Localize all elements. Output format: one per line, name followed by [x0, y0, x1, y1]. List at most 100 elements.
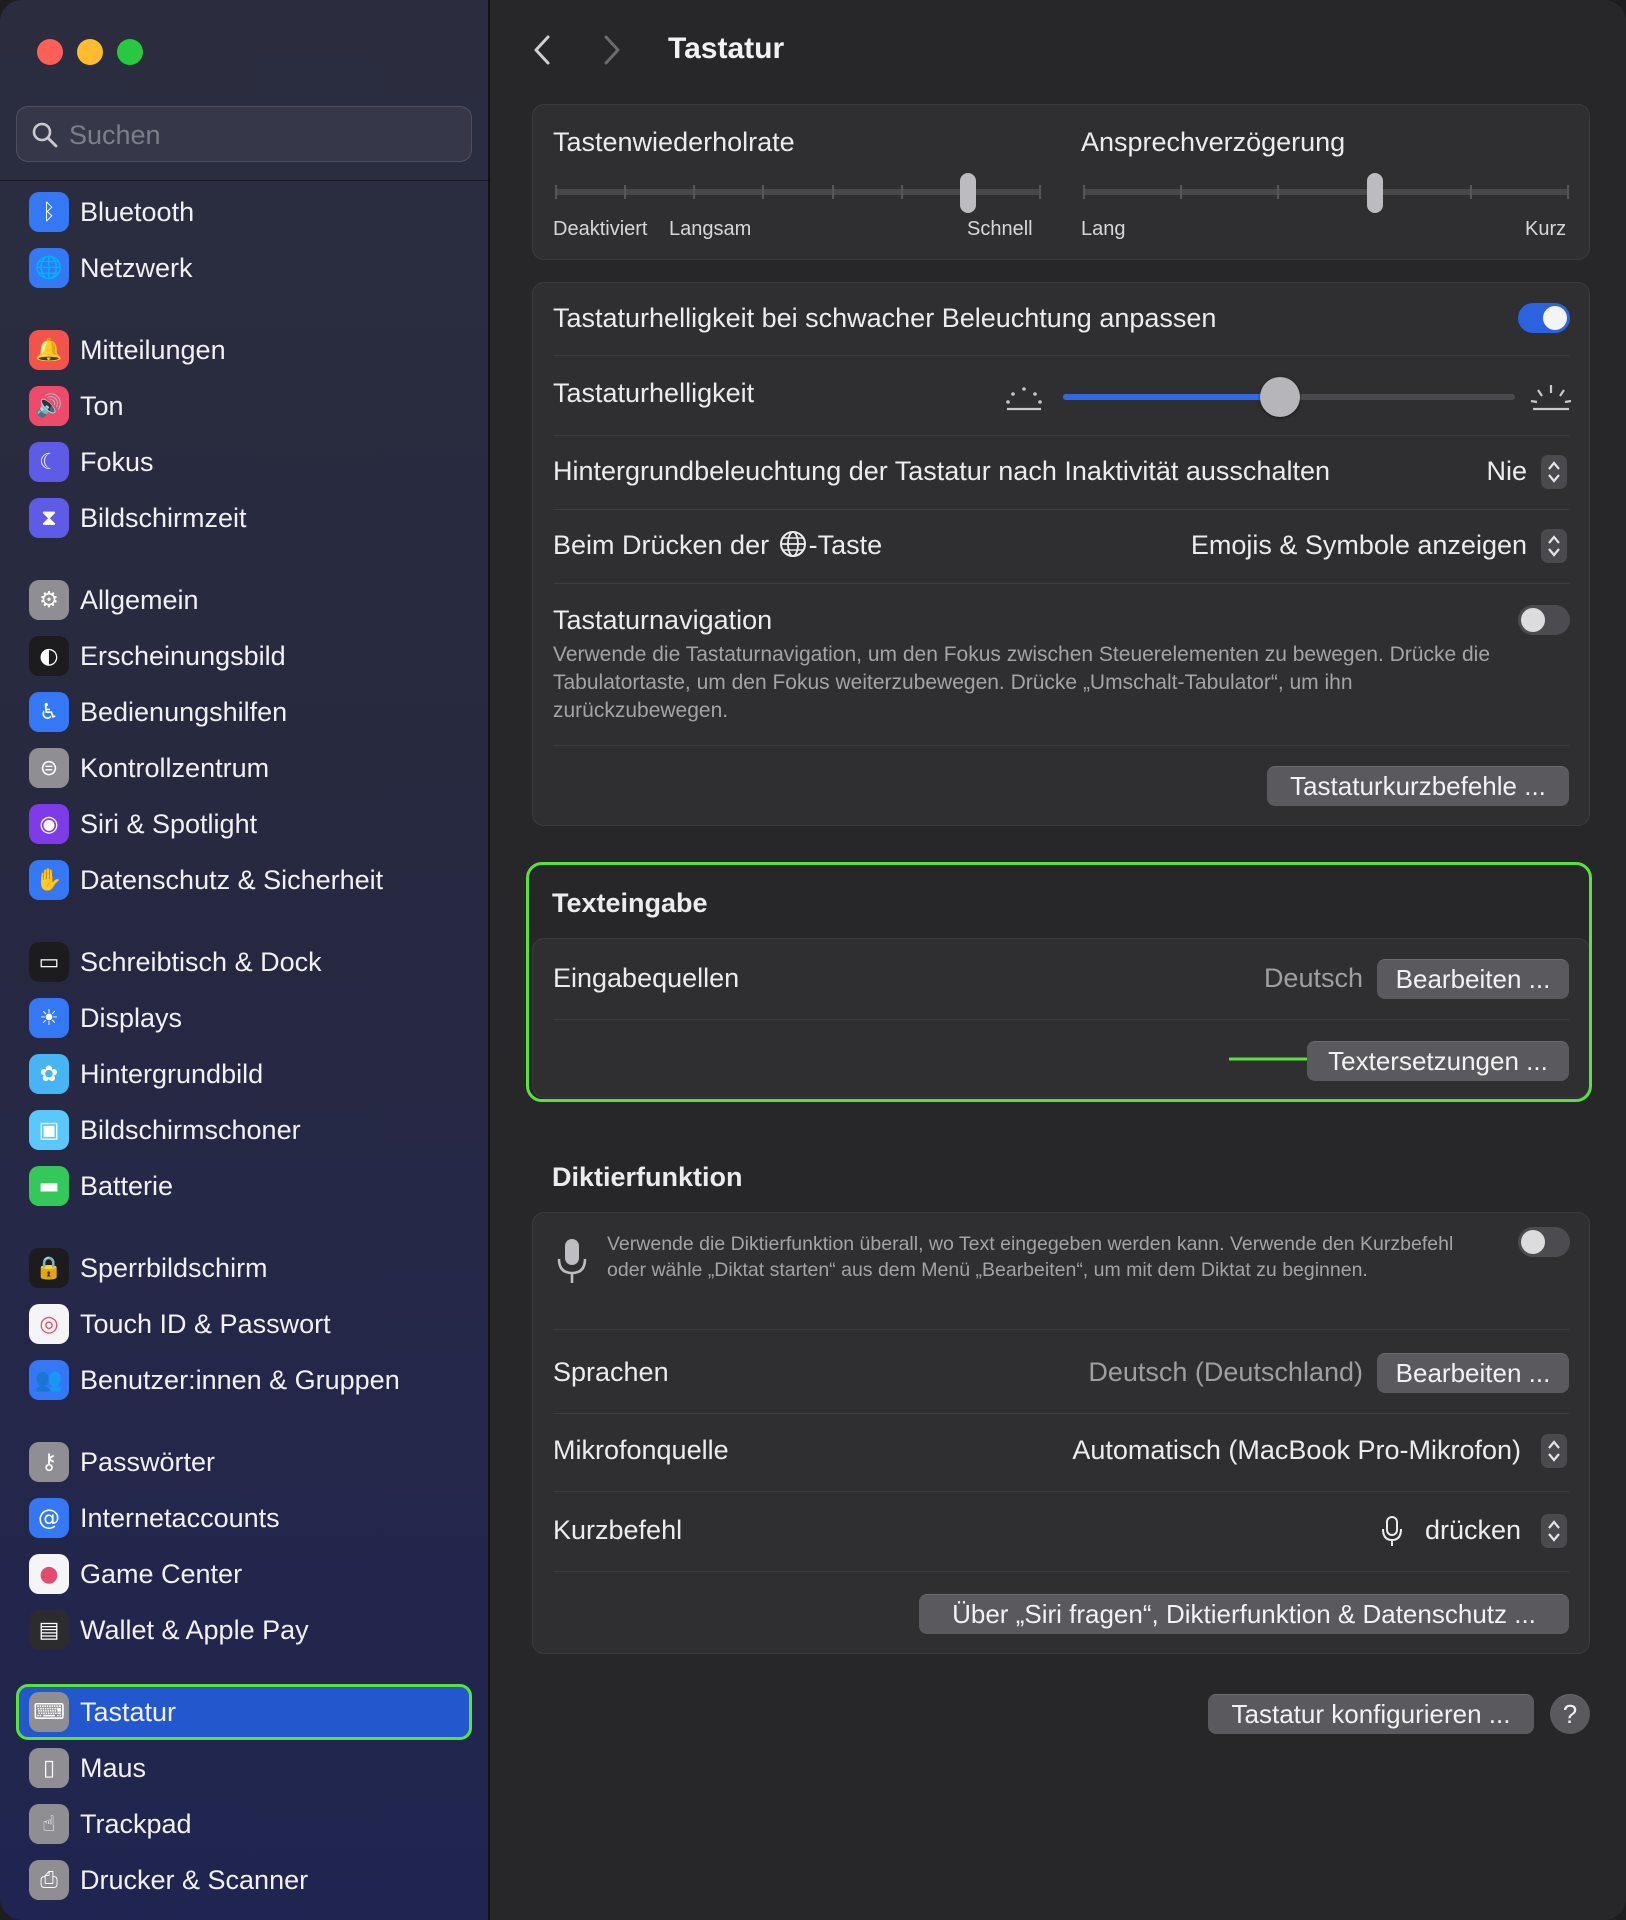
slider-tick — [624, 185, 627, 199]
sidebar-item-label: Kontrollzentrum — [80, 752, 270, 783]
zoom-window-button[interactable] — [117, 39, 143, 65]
keyboard-settings-card: Tastaturhelligkeit bei schwacher Beleuch… — [532, 282, 1590, 826]
sidebar-item-label: Tastatur — [80, 1696, 177, 1727]
backlight-off-value[interactable]: Nie — [1486, 456, 1527, 487]
sun-icon: ☀ — [29, 998, 69, 1038]
sidebar-item-label: Schreibtisch & Dock — [80, 946, 322, 977]
chevron-updown-icon — [1548, 461, 1560, 483]
moon-icon: ☾ — [29, 442, 69, 482]
microphone-small-icon — [1382, 1516, 1402, 1546]
sidebar-item-schreibtisch-dock[interactable]: ▭ Schreibtisch & Dock — [16, 934, 472, 990]
printer-icon: ⎙ — [29, 1860, 69, 1900]
back-button[interactable] — [522, 28, 562, 72]
brightness-high-icon — [1530, 385, 1572, 411]
key-icon: ⚷ — [29, 1442, 69, 1482]
backlight-off-stepper[interactable] — [1541, 455, 1567, 489]
sidebar-item-siri-spotlight[interactable]: ◉ Siri & Spotlight — [16, 796, 472, 852]
chevron-updown-icon — [1548, 535, 1560, 557]
edit-languages-button[interactable]: Bearbeiten ... — [1377, 1353, 1569, 1393]
delay-slider[interactable] — [1083, 189, 1569, 195]
sidebar-item-allgemein[interactable]: ⚙ Allgemein — [16, 572, 472, 628]
sidebar-item-label: Drucker & Scanner — [80, 1864, 309, 1895]
search-input[interactable] — [69, 117, 449, 153]
key-repeat-card: Tastenwiederholrate Deaktiviert Langsam … — [532, 104, 1590, 260]
globe-key-value[interactable]: Emojis & Symbole anzeigen — [1191, 530, 1527, 561]
sidebar-item-fokus[interactable]: ☾ Fokus — [16, 434, 472, 490]
sidebar-item-benutzer-innen-gruppen[interactable]: 👥 Benutzer:innen & Gruppen — [16, 1352, 472, 1408]
chevron-updown-icon — [1548, 1440, 1560, 1462]
forward-button[interactable] — [592, 28, 632, 72]
sidebar-item-label: Netzwerk — [80, 252, 193, 283]
sidebar-item-drucker-scanner[interactable]: ⎙ Drucker & Scanner — [16, 1852, 472, 1908]
slider-tick — [1470, 185, 1473, 199]
minimize-window-button[interactable] — [77, 39, 103, 65]
sidebar-item-displays[interactable]: ☀ Displays — [16, 990, 472, 1046]
shortcut-value[interactable]: drücken — [1425, 1515, 1521, 1546]
configure-keyboard-button[interactable]: Tastatur konfigurieren ... — [1208, 1694, 1534, 1734]
sidebar-item-internetaccounts[interactable]: @ Internetaccounts — [16, 1490, 472, 1546]
flower-icon: ✿ — [29, 1054, 69, 1094]
sidebar-item-tastatur[interactable]: ⌨ Tastatur — [16, 1684, 472, 1740]
sidebar-item-touch-id-passwort[interactable]: ◎ Touch ID & Passwort — [16, 1296, 472, 1352]
backlight-off-label: Hintergrundbeleuchtung der Tastatur nach… — [553, 456, 1330, 486]
hourglass-icon: ⧗ — [29, 498, 69, 538]
battery-icon: ▬ — [29, 1166, 69, 1206]
sidebar-item-ton[interactable]: 🔊 Ton — [16, 378, 472, 434]
sidebar-item-label: Fokus — [80, 446, 154, 477]
sidebar-item-bildschirmzeit[interactable]: ⧗ Bildschirmzeit — [16, 490, 472, 546]
sidebar-item-label: Trackpad — [80, 1808, 192, 1839]
wallet-icon: ▤ — [29, 1610, 69, 1650]
languages-value: Deutsch (Deutschland) — [1088, 1357, 1363, 1387]
sidebar-item-label: Benutzer:innen & Gruppen — [80, 1364, 400, 1395]
sidebar-item-passwörter[interactable]: ⚷ Passwörter — [16, 1434, 472, 1490]
mic-source-stepper[interactable] — [1541, 1434, 1567, 1468]
hand-icon: ✋ — [29, 860, 69, 900]
globe-key-label-post: -Taste — [808, 530, 883, 560]
slider-tick — [900, 185, 903, 199]
sidebar-item-label: Siri & Spotlight — [80, 808, 258, 839]
sidebar-item-mitteilungen[interactable]: 🔔 Mitteilungen — [16, 322, 472, 378]
keyboard-shortcuts-button[interactable]: Tastaturkurzbefehle ... — [1267, 766, 1569, 806]
sidebar-item-label: Bluetooth — [80, 196, 195, 227]
sidebar-item-bedienungshilfen[interactable]: ♿ Bedienungshilfen — [16, 684, 472, 740]
sidebar-item-erscheinungsbild[interactable]: ◐ Erscheinungsbild — [16, 628, 472, 684]
row-divider — [553, 1329, 1569, 1330]
sidebar-item-label: Batterie — [80, 1170, 174, 1201]
shortcut-stepper[interactable] — [1541, 1514, 1567, 1548]
brightness-thumb[interactable] — [1259, 377, 1300, 417]
sidebar-item-batterie[interactable]: ▬ Batterie — [16, 1158, 472, 1214]
search-field[interactable] — [16, 106, 472, 162]
sidebar-item-netzwerk[interactable]: 🌐 Netzwerk — [16, 240, 472, 296]
sidebar-item-datenschutz-sicherheit[interactable]: ✋ Datenschutz & Sicherheit — [16, 852, 472, 908]
mic-source-value[interactable]: Automatisch (MacBook Pro-Mikrofon) — [1072, 1435, 1521, 1466]
close-window-button[interactable] — [37, 39, 63, 65]
row-divider — [553, 435, 1569, 436]
row-divider — [553, 583, 1569, 584]
sidebar-item-label: Touch ID & Passwort — [80, 1308, 331, 1339]
sidebar-item-label: Sperrbildschirm — [80, 1252, 268, 1283]
sidebar-item-bluetooth[interactable]: ᛒ Bluetooth — [16, 184, 472, 240]
sidebar-item-sperrbildschirm[interactable]: 🔒 Sperrbildschirm — [16, 1240, 472, 1296]
sidebar-item-bildschirmschoner[interactable]: ▣ Bildschirmschoner — [16, 1102, 472, 1158]
gear-icon: ⚙ — [29, 580, 69, 620]
sidebar-item-kontrollzentrum[interactable]: ⊜ Kontrollzentrum — [16, 740, 472, 796]
sidebar-item-wallet-apple-pay[interactable]: ▤ Wallet & Apple Pay — [16, 1602, 472, 1658]
sidebar-item-maus[interactable]: ▯ Maus — [16, 1740, 472, 1796]
bell-icon: 🔔 — [29, 330, 69, 370]
repeat-rate-thumb[interactable] — [960, 173, 977, 213]
shortcut-label: Kurzbefehl — [553, 1515, 683, 1545]
delay-thumb[interactable] — [1366, 173, 1383, 213]
sidebar-item-hintergrundbild[interactable]: ✿ Hintergrundbild — [16, 1046, 472, 1102]
globe-key-label: Beim Drücken der -Taste — [553, 530, 882, 561]
sidebar-item-game-center[interactable]: ● Game Center — [16, 1546, 472, 1602]
bluetooth-icon: ᛒ — [29, 192, 69, 232]
sidebar-item-label: Game Center — [80, 1558, 243, 1589]
keyboard-navigation-toggle[interactable] — [1518, 605, 1570, 635]
globe-key-stepper[interactable] — [1541, 529, 1567, 563]
auto-brightness-toggle[interactable] — [1518, 303, 1570, 333]
help-button[interactable]: ? — [1550, 1694, 1590, 1734]
dock-icon: ▭ — [29, 942, 69, 982]
sidebar-item-trackpad[interactable]: ☝ Trackpad — [16, 1796, 472, 1852]
dictation-toggle[interactable] — [1518, 1227, 1570, 1257]
siri-privacy-button[interactable]: Über „Siri fragen“, Diktierfunktion & Da… — [919, 1594, 1569, 1634]
